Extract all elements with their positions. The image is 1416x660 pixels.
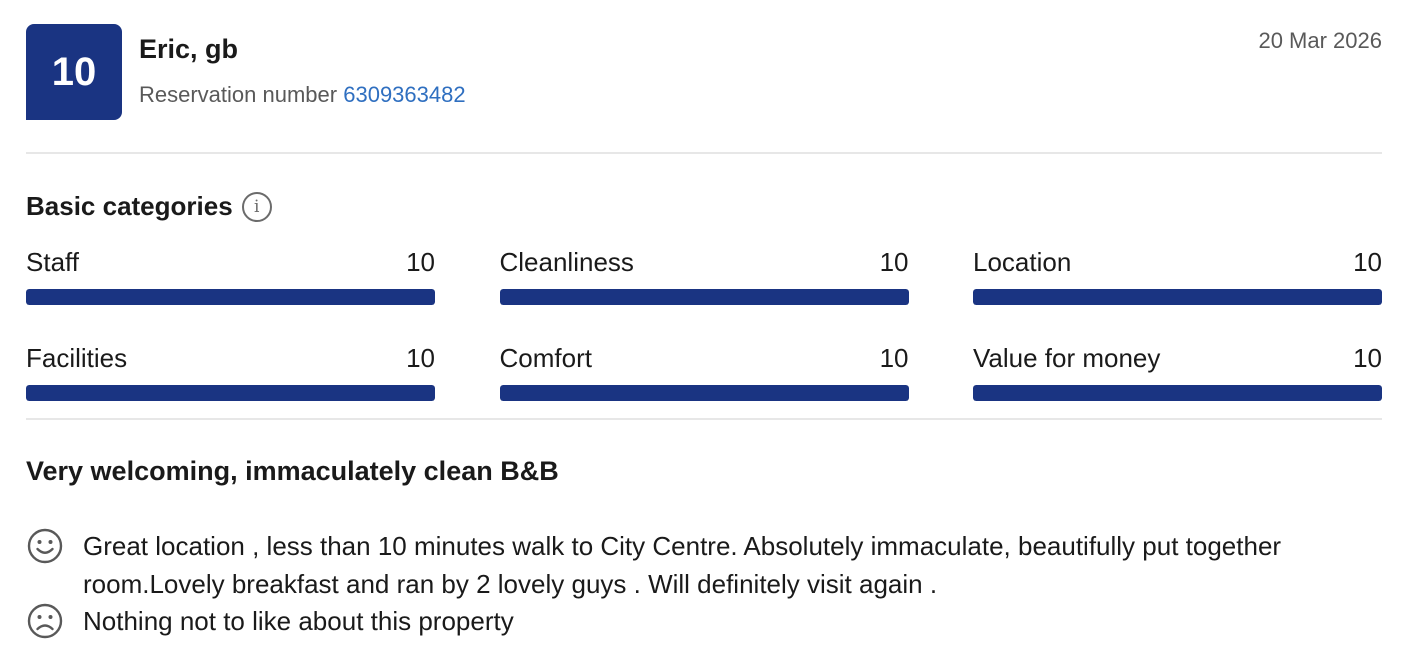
category-cleanliness: Cleanliness 10 [499, 244, 909, 308]
category-bar [499, 289, 909, 305]
reviewer-name: Eric, gb [139, 34, 239, 64]
negative-comment-text: Nothing not to like about this property [83, 606, 514, 636]
category-score: 10 [879, 343, 909, 373]
categories-heading-text: Basic categories [26, 191, 233, 221]
category-name: Staff [26, 247, 80, 277]
category-staff: Staff 10 [26, 244, 435, 308]
score-value: 10 [51, 49, 97, 94]
categories-heading: Basic categories i [26, 191, 272, 222]
reservation-label: Reservation number [139, 82, 338, 107]
category-bar [973, 289, 1382, 305]
category-score: 10 [406, 343, 435, 373]
category-name: Facilities [26, 343, 128, 373]
category-bar-fill [973, 385, 1382, 401]
negative-comment: Nothing not to like about this property [26, 602, 1343, 640]
category-bar [499, 385, 909, 401]
frowning-face-icon [27, 603, 63, 639]
category-bar-fill [499, 385, 909, 401]
category-bar-fill [973, 289, 1382, 305]
category-name: Value for money [973, 343, 1161, 373]
category-grid: Staff 10 Cleanliness 10 Location 10 Faci… [26, 244, 1382, 404]
category-name: Comfort [499, 343, 592, 373]
category-name: Location [973, 247, 1072, 277]
category-bar-fill [26, 289, 435, 305]
category-score: 10 [406, 247, 435, 277]
category-bar-fill [499, 289, 909, 305]
divider [26, 418, 1382, 420]
category-value-for-money: Value for money 10 [973, 340, 1382, 404]
category-location: Location 10 [973, 244, 1382, 308]
smiley-face-icon [27, 528, 63, 564]
positive-comment: Great location , less than 10 minutes wa… [26, 527, 1343, 603]
info-icon[interactable]: i [241, 191, 272, 222]
category-bar-fill [26, 385, 435, 401]
category-score: 10 [1353, 343, 1382, 373]
category-score: 10 [879, 247, 909, 277]
review-date: 20 Mar 2026 [1258, 28, 1382, 53]
category-score: 10 [1353, 247, 1382, 277]
review-title: Very welcoming, immaculately clean B&B [26, 456, 559, 486]
category-bar [973, 385, 1382, 401]
category-bar [26, 289, 435, 305]
reservation-number-link[interactable]: 6309363482 [343, 82, 465, 107]
score-badge: 10 [26, 24, 122, 120]
reservation-info: Reservation number 6309363482 [139, 82, 466, 108]
category-bar [26, 385, 435, 401]
category-facilities: Facilities 10 [26, 340, 435, 404]
category-comfort: Comfort 10 [499, 340, 909, 404]
review-card: 10 Eric, gb Reservation number 630936348… [26, 0, 1382, 660]
category-name: Cleanliness [499, 247, 634, 277]
divider [26, 152, 1382, 154]
positive-comment-text: Great location , less than 10 minutes wa… [83, 531, 1282, 599]
